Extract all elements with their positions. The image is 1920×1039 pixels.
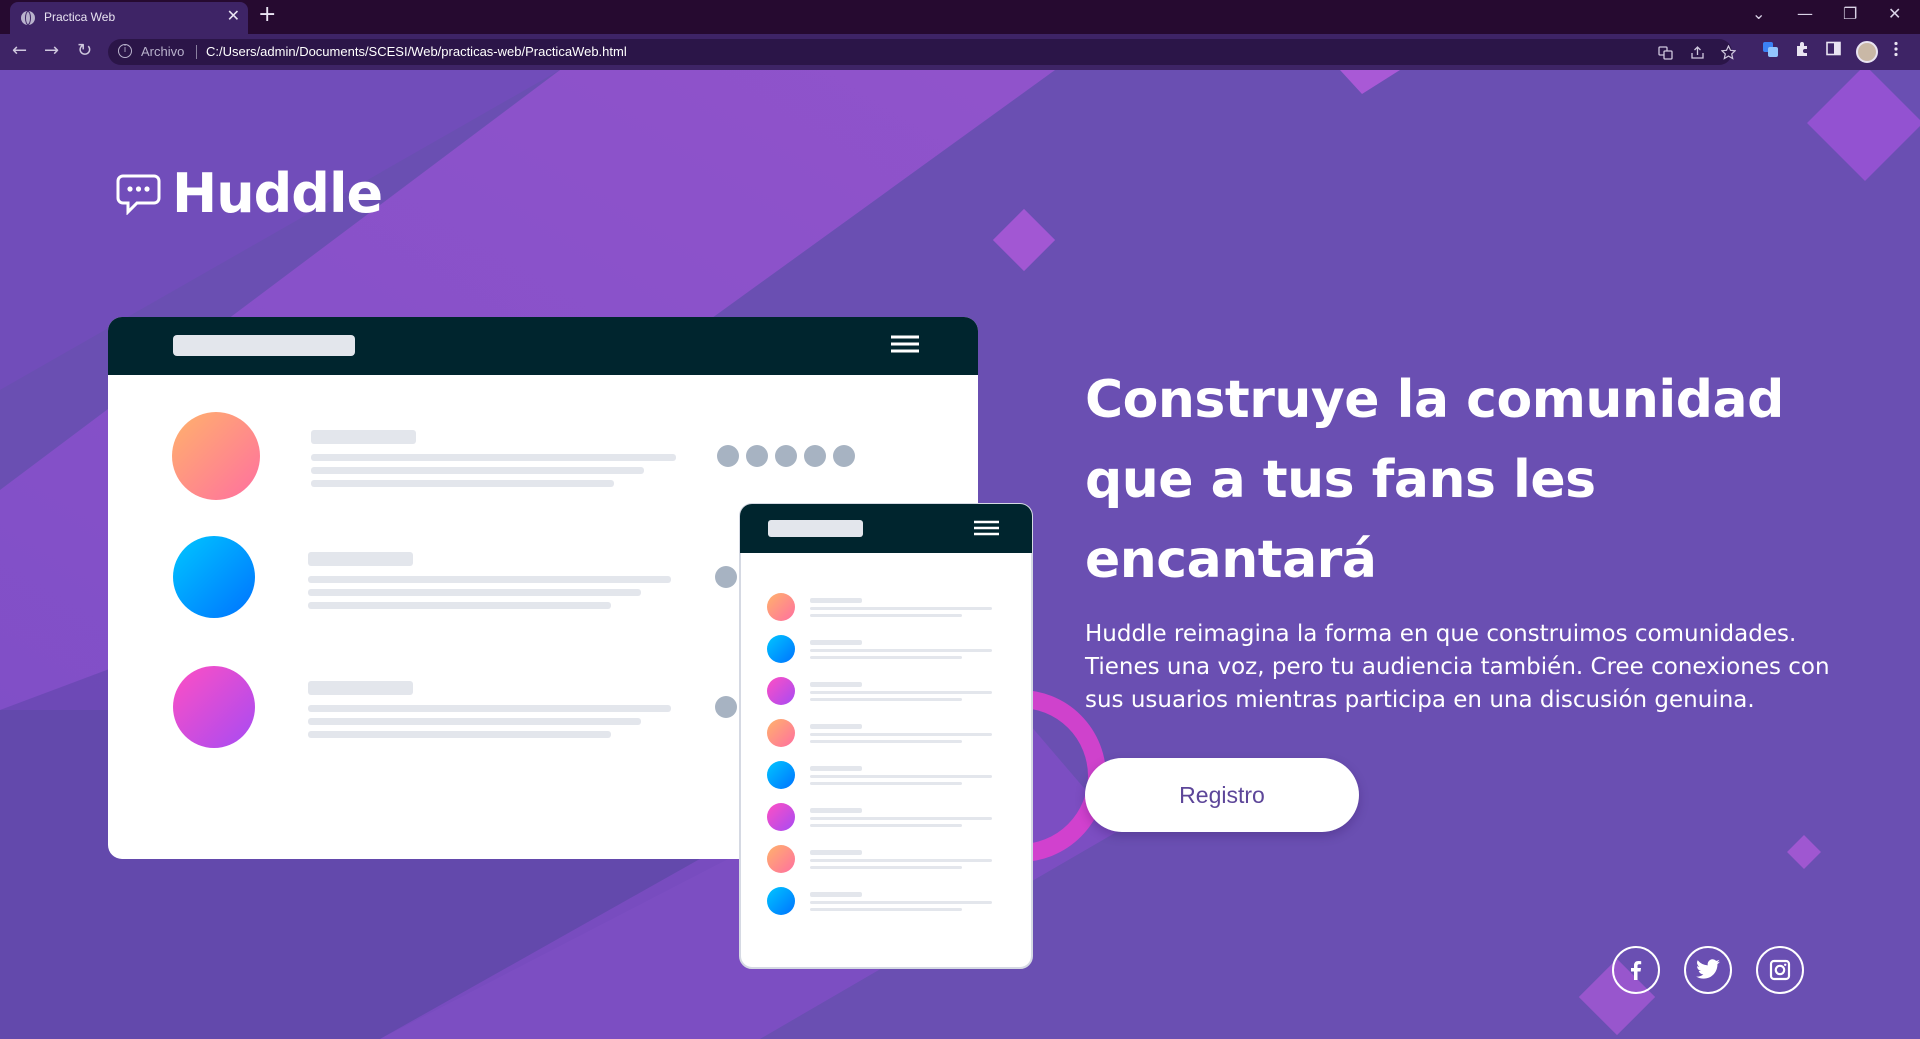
info-icon[interactable]: i xyxy=(118,44,132,58)
instagram-link[interactable] xyxy=(1756,946,1804,994)
hero-section: Construye la comunidad que a tus fans le… xyxy=(1085,360,1875,717)
twitter-link[interactable] xyxy=(1684,946,1732,994)
translate-extension-icon[interactable] xyxy=(1762,41,1779,62)
extensions-puzzle-icon[interactable] xyxy=(1794,41,1810,61)
side-panel-icon[interactable] xyxy=(1826,41,1841,60)
hero-heading-line: encantará xyxy=(1085,530,1377,590)
twitter-icon xyxy=(1696,959,1720,979)
reload-button[interactable]: ↻ xyxy=(77,40,92,61)
forward-button[interactable]: → xyxy=(44,40,59,61)
hero-heading: Construye la comunidad que a tus fans le… xyxy=(1085,360,1875,600)
register-button[interactable]: Registro xyxy=(1085,758,1359,832)
restore-button[interactable]: ❐ xyxy=(1843,4,1857,23)
chat-bubble-icon xyxy=(116,174,161,215)
facebook-link[interactable] xyxy=(1612,946,1660,994)
new-tab-button[interactable]: + xyxy=(258,2,276,27)
tab-close-icon[interactable]: ✕ xyxy=(227,6,240,25)
bookmark-star-icon[interactable] xyxy=(1720,44,1737,64)
menu-kebab-icon[interactable] xyxy=(1893,41,1899,61)
address-bar[interactable]: i Archivo C:/Users/admin/Documents/SCESI… xyxy=(108,39,1737,65)
hero-heading-line: que a tus fans les xyxy=(1085,450,1596,510)
hero-description: Huddle reimagina la forma en que constru… xyxy=(1085,621,1830,713)
hero-heading-line: Construye la comunidad xyxy=(1085,370,1784,430)
globe-icon xyxy=(21,11,35,25)
huddle-logo: Huddle xyxy=(115,162,383,225)
back-button[interactable]: ← xyxy=(12,40,27,61)
minimize-button[interactable]: — xyxy=(1797,4,1813,23)
profile-avatar[interactable] xyxy=(1856,41,1878,63)
browser-toolbar: ← → ↻ i Archivo C:/Users/admin/Documents… xyxy=(0,34,1920,70)
share-icon[interactable] xyxy=(1690,45,1705,64)
address-separator xyxy=(196,45,197,59)
facebook-icon xyxy=(1631,961,1642,980)
brand-name: Huddle xyxy=(172,162,383,225)
translate-icon[interactable] xyxy=(1658,45,1673,64)
app-mockup-illustration xyxy=(108,317,1033,969)
tab-search-icon[interactable]: ⌄ xyxy=(1752,4,1765,23)
tab-title: Practica Web xyxy=(44,10,116,24)
address-scheme-label: Archivo xyxy=(141,44,185,59)
page-viewport: Huddle Construye la comunidad que a tus … xyxy=(0,70,1920,1039)
instagram-icon xyxy=(1769,959,1791,981)
close-window-button[interactable]: ✕ xyxy=(1888,4,1901,23)
browser-tab[interactable]: Practica Web ✕ xyxy=(10,2,248,34)
address-url[interactable]: C:/Users/admin/Documents/SCESI/Web/pract… xyxy=(206,44,627,59)
browser-titlebar: Practica Web ✕ + ⌄ — ❐ ✕ xyxy=(0,0,1920,34)
